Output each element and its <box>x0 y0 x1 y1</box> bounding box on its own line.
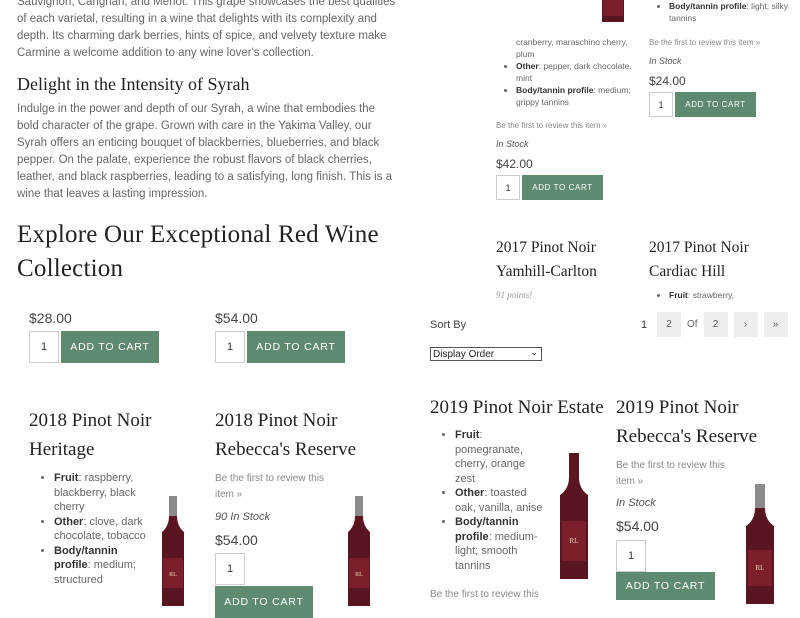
syrah-heading: Delight in the Intensity of Syrah <box>17 74 250 94</box>
add-to-cart-button[interactable]: Add to cart <box>522 175 603 200</box>
product-title[interactable]: 2019 Pinot Noir Estate <box>430 394 604 422</box>
product-title-line: 2017 Pinot Noir <box>496 239 596 256</box>
syrah-line: pepper. On the palate, experience the ro… <box>17 154 372 166</box>
add-to-cart-button[interactable]: Add to cart <box>215 586 313 618</box>
syrah-line: wine that leaves a lasting impression. <box>17 188 208 200</box>
wine-bottle-image[interactable]: RL <box>740 484 780 604</box>
quantity-input[interactable]: 1 <box>29 331 59 363</box>
product-title-line: Heritage <box>29 439 95 460</box>
product-price: $54.00 <box>215 532 258 548</box>
product-title-line: Rebecca's Reserve <box>215 439 357 460</box>
product-price: $28.00 <box>29 310 72 326</box>
product-title-line: 2017 Pinot Noir <box>649 239 749 256</box>
product-title[interactable]: 2019 Pinot Noir Rebecca's Reserve <box>616 394 757 451</box>
review-link[interactable]: Be the first to review this item » <box>496 121 607 130</box>
chevron-down-icon: ⌄ <box>530 347 538 357</box>
product-title-line: 2018 Pinot Noir <box>29 410 152 431</box>
product-attributes: cranberry, maraschino cherry, plum <box>516 36 641 60</box>
page-current: 1 <box>640 318 648 331</box>
review-link[interactable]: Be the first to review this item » <box>649 38 760 47</box>
quantity-input[interactable]: 1 <box>215 553 245 585</box>
attr-item: Fruit: strawberry, <box>669 289 794 301</box>
product-points: 91 points! <box>496 290 533 300</box>
sort-label: Sort By <box>430 319 467 331</box>
product-attributes: Fruit: pomegranate, cherry, orange zest … <box>439 428 547 573</box>
page-total[interactable]: 2 <box>703 312 728 337</box>
attr-item: Other: toasted oak, vanilla, anise <box>455 486 547 515</box>
attr-item: Body/tannin profile: light; silky tannin… <box>669 0 794 24</box>
intro-line: of each varietal, resulting in a wine th… <box>17 13 377 25</box>
intro-paragraph: Sauvignon, Carignan, and Merlot. This gr… <box>17 0 397 62</box>
syrah-line: Indulge in the power and depth of our Sy… <box>17 103 376 115</box>
intro-line: Sauvignon, Carignan, and Merlot. This gr… <box>17 0 396 8</box>
product-title[interactable]: 2018 Pinot Noir Heritage <box>29 407 151 464</box>
attr-item: Other: clove, dark chocolate, tobacco <box>54 515 154 544</box>
product-attributes: Fruit: strawberry, <box>655 289 794 301</box>
page-link-2[interactable]: 2 <box>657 312 681 337</box>
intro-line: depth. Its charming dark berries, hints … <box>17 30 387 42</box>
syrah-paragraph: Indulge in the power and depth of our Sy… <box>17 101 397 203</box>
quantity-input[interactable]: 1 <box>616 540 646 572</box>
product-title[interactable]: 2017 Pinot Noir Cardiac Hill <box>649 236 749 284</box>
product-title-line: Cardiac Hill <box>649 263 726 280</box>
collection-heading: Explore Our Exceptional Red Wine Collect… <box>17 218 379 286</box>
intro-line: Carmine a welcome addition to any wine l… <box>17 47 314 59</box>
product-attributes: Other: pepper, dark chocolate, mint Body… <box>502 60 641 108</box>
review-link[interactable]: Be the first to review this item » <box>215 471 335 503</box>
attr-item: cranberry, maraschino cherry, plum <box>516 37 628 59</box>
svg-text:RL: RL <box>756 564 765 572</box>
attr-item: Body/tannin profile: medium; grippy tann… <box>516 84 641 108</box>
page-next-button[interactable]: › <box>733 312 758 337</box>
product-title[interactable]: 2017 Pinot Noir Yamhill-Carlton <box>496 236 597 284</box>
product-price: $54.00 <box>215 310 258 326</box>
page-last-button[interactable]: » <box>763 312 788 337</box>
wine-bottle-image[interactable] <box>598 0 628 22</box>
product-price: $42.00 <box>496 157 533 171</box>
quantity-input[interactable]: 1 <box>496 175 520 200</box>
svg-text:RL: RL <box>355 572 363 578</box>
product-title-line: Yamhill-Carlton <box>496 263 597 280</box>
attr-item: Fruit: pomegranate, cherry, orange zest <box>455 428 547 486</box>
add-to-cart-button[interactable]: Add to cart <box>61 331 159 363</box>
sort-select[interactable]: Display Order ⌄ <box>430 347 542 361</box>
wine-bottle-image[interactable]: RL <box>554 453 594 579</box>
svg-text:RL: RL <box>570 537 579 545</box>
quantity-input[interactable]: 1 <box>215 331 245 363</box>
stock-status: In Stock <box>616 497 656 509</box>
review-link[interactable]: Be the first to review this item » <box>616 458 736 490</box>
collection-heading-line: Explore Our Exceptional Red Wine <box>17 221 379 248</box>
stock-status: 90 In Stock <box>215 511 271 523</box>
product-price: $54.00 <box>616 518 659 534</box>
stock-status: In Stock <box>649 56 682 66</box>
pagination: 1 2 Of 2 › » <box>636 312 788 337</box>
quantity-input[interactable]: 1 <box>649 92 673 117</box>
stock-status: In Stock <box>496 139 529 149</box>
product-title-line: Rebecca's Reserve <box>616 426 758 447</box>
add-to-cart-button[interactable]: Add to cart <box>675 92 756 117</box>
product-title-line: 2018 Pinot Noir <box>215 410 338 431</box>
product-attributes: Fruit: raspberry, blackberry, black cher… <box>38 471 154 587</box>
attr-item: Other: pepper, dark chocolate, mint <box>516 60 641 84</box>
product-title[interactable]: 2018 Pinot Noir Rebecca's Reserve <box>215 407 356 464</box>
syrah-line: bold character of the grape. Grown with … <box>17 120 372 132</box>
wine-bottle-image[interactable]: RL <box>344 496 374 606</box>
add-to-cart-button[interactable]: Add to cart <box>616 572 715 600</box>
review-link[interactable]: Be the first to review this <box>430 589 539 600</box>
product-title-line: 2019 Pinot Noir <box>616 397 739 418</box>
sort-select-value: Display Order <box>433 348 495 360</box>
product-price: $24.00 <box>649 74 686 88</box>
collection-heading-line: Collection <box>17 255 124 282</box>
product-attributes: Body/tannin profile: light; silky tannin… <box>655 0 794 24</box>
syrah-line: Syrah offers an enticing bouquet of blac… <box>17 137 380 149</box>
wine-bottle-image[interactable]: RL <box>158 496 188 606</box>
syrah-line: leather, and black raspberries, leading … <box>17 171 393 183</box>
attr-item: Fruit: raspberry, blackberry, black cher… <box>54 471 154 515</box>
add-to-cart-button[interactable]: Add to cart <box>247 331 345 363</box>
page-of: Of <box>687 319 698 330</box>
svg-text:RL: RL <box>169 572 177 578</box>
attr-item: Body/tannin profile: medium; structured <box>54 544 154 588</box>
attr-item: Body/tannin profile: medium-light; smoot… <box>455 515 547 573</box>
